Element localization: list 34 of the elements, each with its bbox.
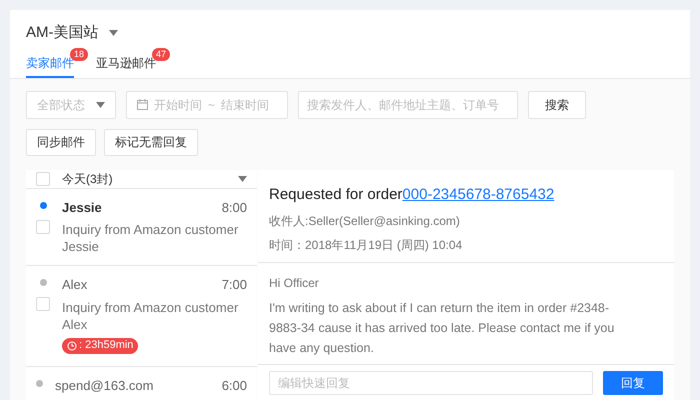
mail-time: 6:00 [222,377,247,395]
sent-time: 时间：2018年11月19日 (周四) 10:04 [269,237,464,254]
message-title: Requested for order000-2345678-8765432 [269,184,556,204]
mail-time: 7:00 [222,276,247,294]
action-button[interactable]: 标记无需回复 [104,128,198,156]
caret-icon [96,102,105,108]
mail-subject: Inquiry from Amazon customer Jessie [62,221,240,255]
end-date: 结束时间 [221,96,270,114]
collapse-caret-icon [238,176,247,182]
timer-badge: : 23h59min [62,338,138,354]
mail-subject: Inquiry from Amazon customer Alex [62,298,240,332]
mail-time: 8:00 [222,198,247,216]
search-button[interactable]: 搜索 [528,90,586,118]
recipient: 收件人:Seller(Seller@asinking.com) [269,213,461,230]
clock-icon [67,340,77,350]
greeting: Hi Officer [269,275,320,292]
message-body: I'm writing to ask about if I can return the item in order #2348-9883-34 cause it has arrived too late. Please contact me if you have any question. [269,300,616,357]
group-label: 今天(3封) [62,170,114,188]
quick-reply-field[interactable]: 编辑快速回复 [269,371,593,395]
checkbox[interactable] [36,172,50,186]
order-link[interactable]: 000-2345678-8765432 [402,186,554,202]
calendar-icon [137,99,148,110]
action-button[interactable]: 同步邮件 [26,128,96,156]
reply-button[interactable]: 回复 [603,371,663,395]
search-field[interactable]: 搜索发件人、邮件地址主题、订单号 [298,90,518,118]
checkbox[interactable] [36,297,50,311]
range-separator: ~ [208,96,216,114]
sender-name[interactable]: Alex [62,275,88,294]
store-selector[interactable]: AM-美国站 [26,22,118,44]
checkbox[interactable] [36,220,50,234]
caret-icon [108,30,118,36]
sender-name[interactable]: Jessie [62,198,102,217]
start-date: 开始时间 [154,96,202,114]
sender-name[interactable]: spend@163.com [55,376,154,396]
